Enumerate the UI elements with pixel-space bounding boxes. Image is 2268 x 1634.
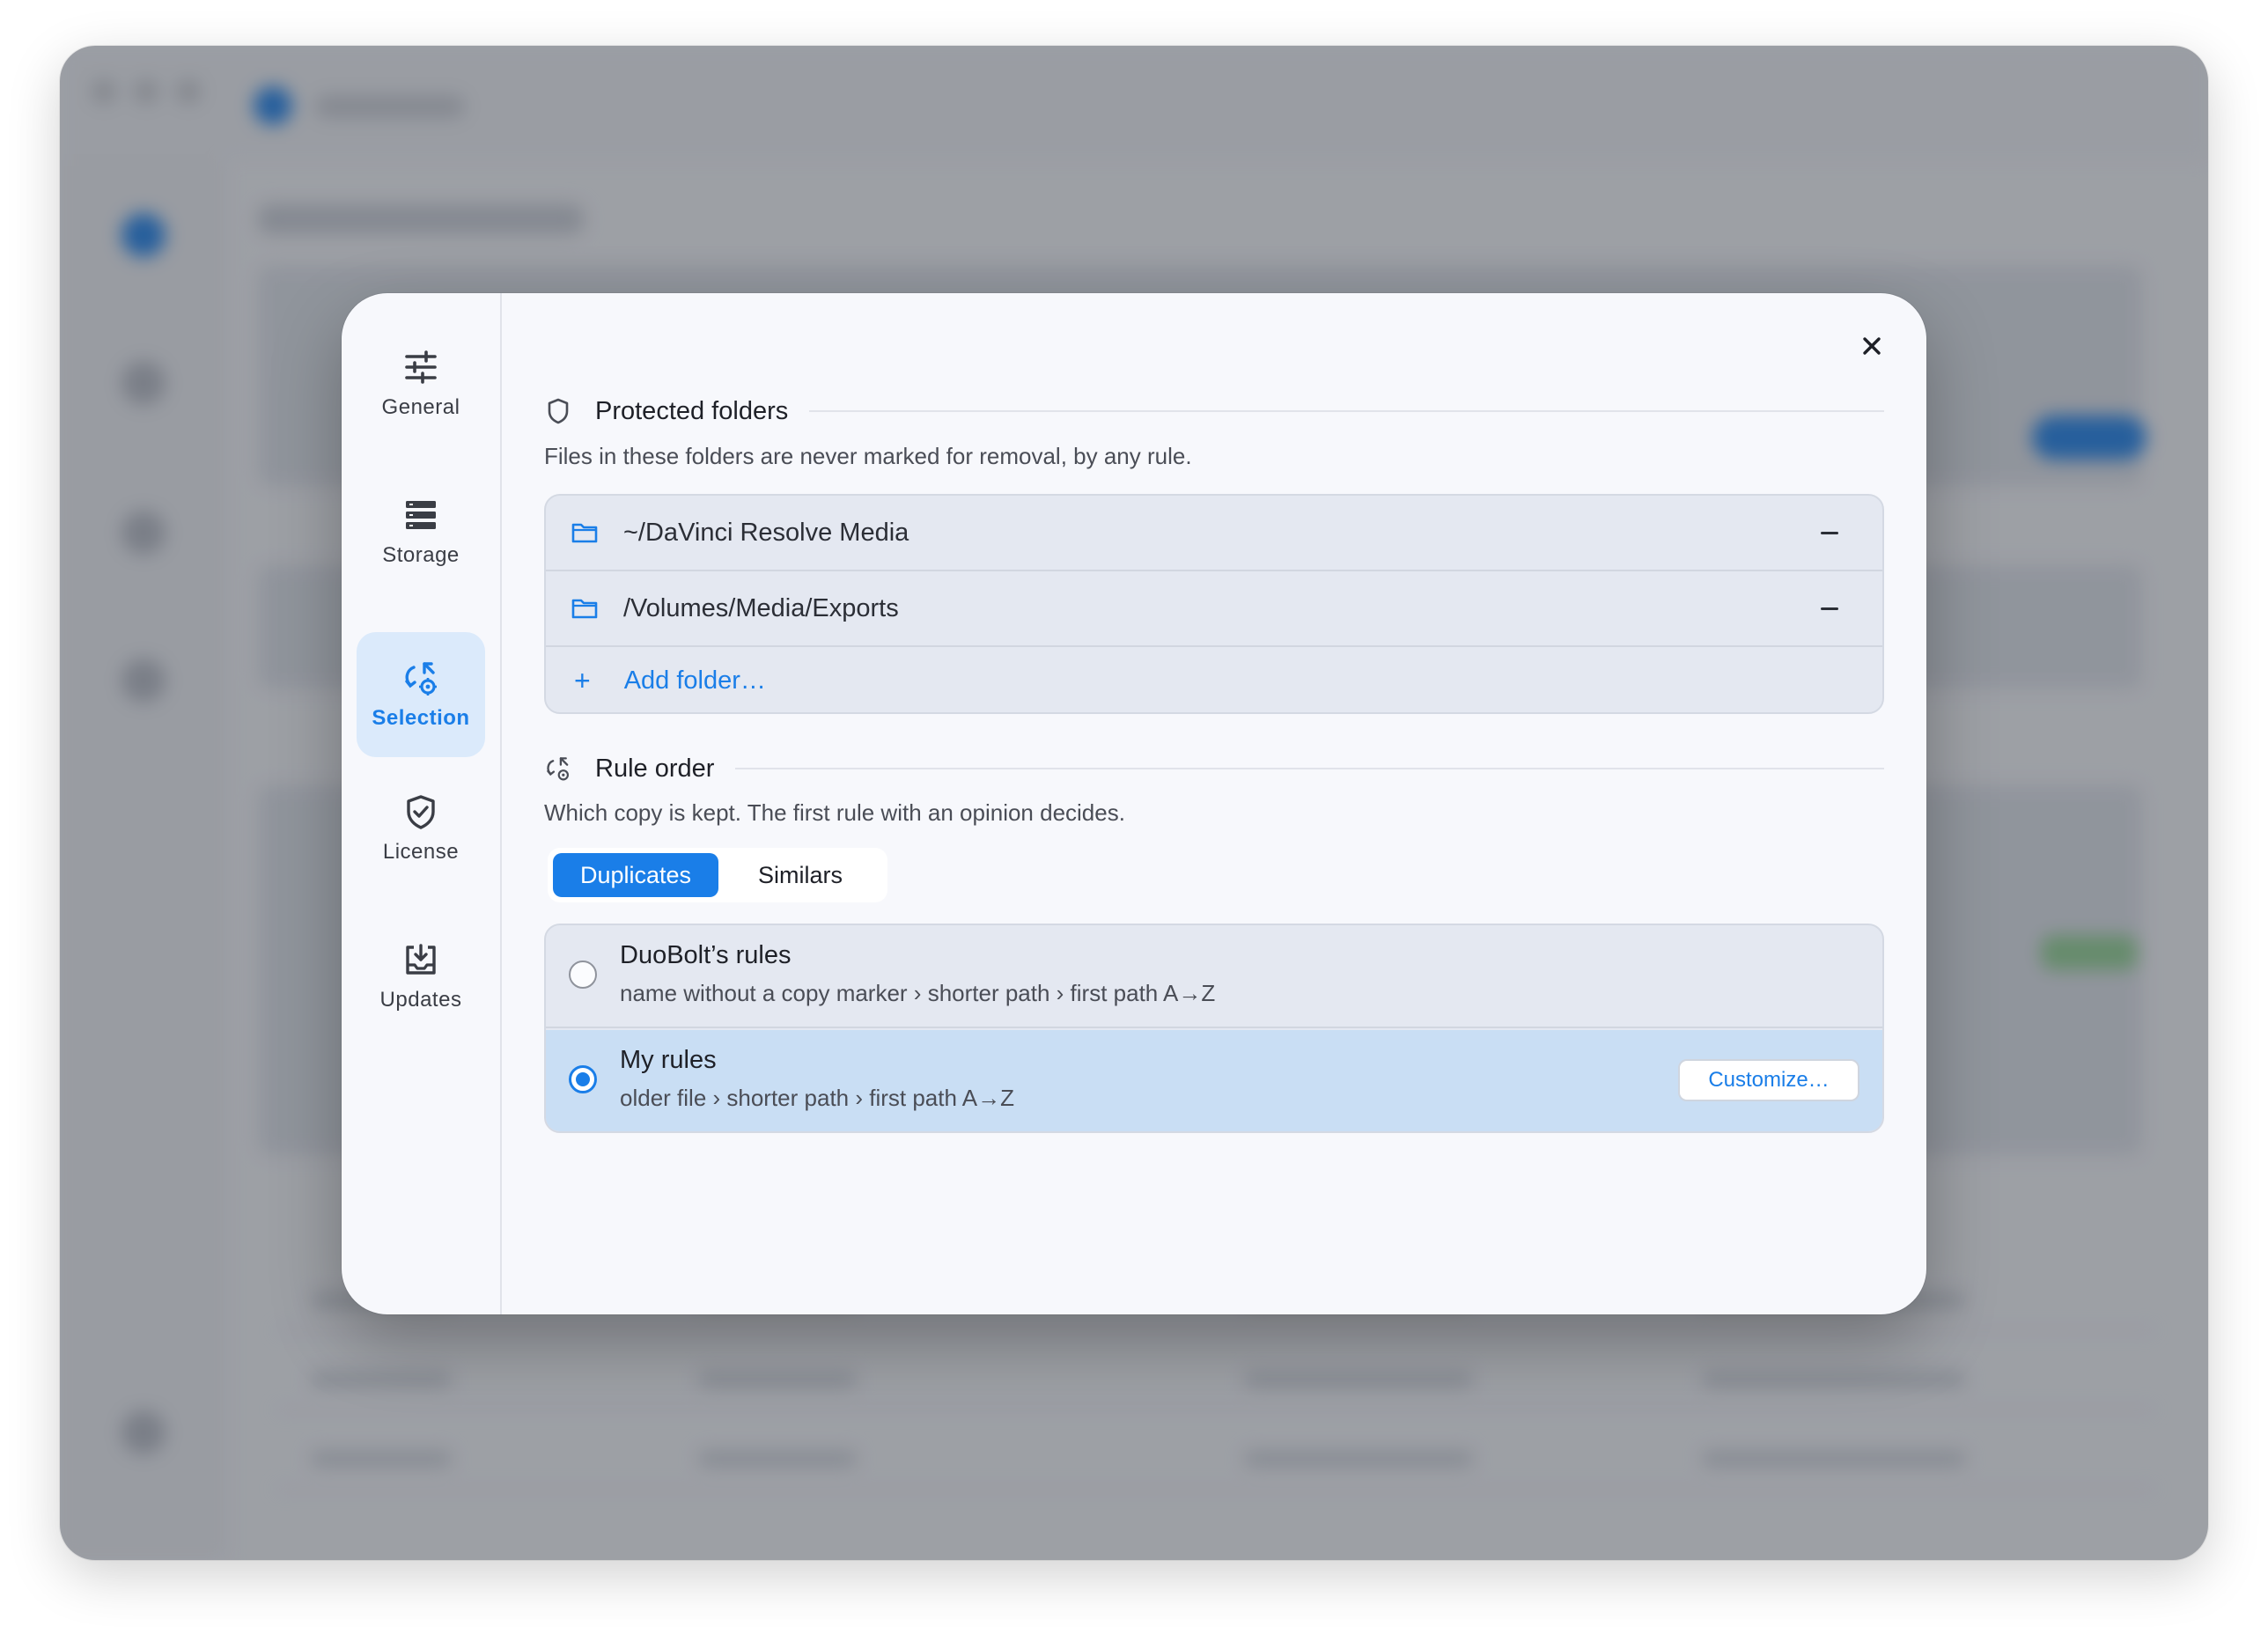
tab-similars[interactable]: Similars [718,853,882,897]
customize-button[interactable]: Customize… [1678,1059,1859,1101]
minus-icon [1821,531,1838,534]
nav-label-selection: Selection [372,706,470,730]
folder-path: /Volumes/Media/Exports [623,593,899,622]
rule-order-header: Rule order [544,749,1884,788]
remove-folder-button[interactable] [1805,508,1854,557]
radio-button-selected[interactable] [569,1065,597,1093]
rule-order-title: Rule order [595,754,715,783]
settings-content: Protected folders Files in these folders… [544,293,1884,1314]
rule-name: DuoBolt’s rules [620,941,792,969]
plus-icon: + [574,665,591,696]
settings-nav: General Storage Selection License Update… [342,293,502,1314]
nav-item-updates[interactable]: Updates [357,914,485,1039]
protected-folders-description: Files in these folders are never marked … [544,443,1192,469]
storage-icon [406,501,436,529]
folder-path: ~/DaVinci Resolve Media [623,518,909,547]
settings-modal: General Storage Selection License Update… [342,293,1926,1314]
shield-check-icon [407,795,435,829]
rule-type-segmented-control: Duplicates Similars [548,848,887,902]
nav-item-general[interactable]: General [357,321,485,446]
rule-option-duobolt[interactable]: DuoBolt’s rules name without a copy mark… [546,925,1882,1028]
selection-icon [405,662,437,696]
minus-icon [1821,607,1838,610]
add-folder-button[interactable]: + Add folder… [546,647,1882,712]
rule-description: name without a copy marker › shorter pat… [620,980,1216,1006]
nav-label-license: License [382,840,460,864]
selection-icon [547,757,569,781]
section-divider [735,768,1884,769]
rule-option-my-rules[interactable]: My rules older file › shorter path › fir… [546,1030,1882,1131]
tab-duplicates[interactable]: Duplicates [553,853,718,897]
folder-icon [571,523,598,543]
folder-row: ~/DaVinci Resolve Media [546,496,1882,571]
add-folder-label: Add folder… [623,666,766,695]
radio-button[interactable] [569,961,597,989]
protected-folder-list: ~/DaVinci Resolve Media /Volumes/Media/E… [544,494,1884,714]
protected-folders-title: Protected folders [595,396,789,425]
rule-description: older file › shorter path › first path A… [620,1085,1014,1111]
download-tray-icon [406,944,436,975]
remove-folder-button[interactable] [1805,584,1854,633]
nav-item-storage[interactable]: Storage [357,469,485,594]
sliders-icon [405,350,437,384]
rule-set-list: DuoBolt’s rules name without a copy mark… [544,924,1884,1133]
protected-folders-header: Protected folders [544,392,1884,431]
rule-name: My rules [620,1046,717,1074]
nav-label-general: General [381,395,460,419]
rule-order-description: Which copy is kept. The first rule with … [544,799,1125,826]
nav-item-license[interactable]: License [357,766,485,891]
folder-icon [571,599,598,619]
nav-label-updates: Updates [379,988,462,1012]
folder-row: /Volumes/Media/Exports [546,571,1882,647]
nav-label-storage: Storage [382,543,460,567]
shield-icon [548,398,569,424]
nav-item-selection[interactable]: Selection [357,632,485,757]
section-divider [809,410,1884,412]
